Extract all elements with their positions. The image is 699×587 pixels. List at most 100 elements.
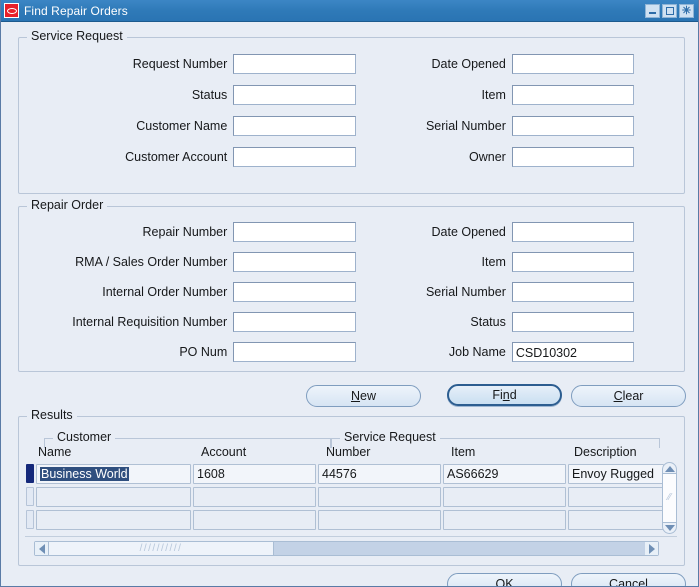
field-ro-status: Status [381,312,634,332]
minimize-icon[interactable] [645,3,660,18]
clear-button[interactable]: Clear [571,385,686,407]
results-divider [25,536,677,537]
cell-account[interactable] [193,509,316,530]
field-owner: Owner [381,147,634,167]
field-sr-serial-number: Serial Number [381,116,634,136]
label-ro-status: Status [470,315,506,329]
cell-description[interactable] [568,486,664,507]
input-internal-order-number[interactable] [233,282,356,302]
field-customer-name: Customer Name [41,116,356,136]
cell-name[interactable] [36,486,191,507]
cell-item[interactable] [443,486,566,507]
input-ro-status[interactable] [511,312,634,332]
cell-item[interactable] [443,509,566,530]
input-rma-sales-order-number[interactable] [233,252,356,272]
repair-order-legend: Repair Order [27,198,108,212]
scroll-right-icon[interactable] [645,542,658,555]
cell-number[interactable] [318,486,441,507]
field-ro-item: Item [381,252,634,272]
close-icon[interactable]: ✳ [679,3,694,18]
cell-number[interactable]: 44576 [318,463,441,484]
scroll-thumb-grip: ////////// [139,542,183,554]
column-header-number: Number [326,445,371,459]
horizontal-scroll-thumb[interactable]: ////////// [48,542,274,555]
cancel-button-label: Cancel [609,577,648,587]
field-repair-number: Repair Number [41,222,356,242]
ok-button-label: OK [495,577,514,587]
label-request-number: Request Number [132,57,228,71]
input-po-num[interactable] [233,342,356,362]
row-selection-indicator[interactable] [26,464,34,483]
scroll-up-icon[interactable] [664,464,675,473]
input-request-number[interactable] [233,54,356,74]
results-horizontal-scrollbar[interactable]: ////////// [34,541,659,556]
table-row[interactable] [26,485,664,508]
input-job-name[interactable]: CSD10302 [511,342,634,362]
cancel-button[interactable]: Cancel [571,573,686,587]
cell-description[interactable]: Envoy Rugged [568,463,664,484]
scroll-left-icon[interactable] [35,542,48,555]
customer-column-group: Customer [44,430,331,448]
cell-name-value: Business World [40,466,129,481]
vertical-scroll-thumb[interactable]: ⁄⁄ [663,473,676,523]
input-sr-item[interactable] [511,85,634,105]
field-ro-serial-number: Serial Number [381,282,634,302]
label-customer-name: Customer Name [136,119,228,133]
field-customer-account: Customer Account [41,147,356,167]
label-repair-number: Repair Number [142,225,228,239]
label-ro-serial-number: Serial Number [425,285,506,299]
cell-description[interactable] [568,509,664,530]
label-customer-account: Customer Account [125,150,228,164]
column-header-item: Item [451,445,476,459]
oracle-logo-ring [6,7,17,14]
field-sr-status: Status [41,85,356,105]
input-sr-status[interactable] [233,85,356,105]
ok-button[interactable]: OK [447,573,562,587]
cell-account[interactable] [193,486,316,507]
label-sr-status: Status [191,88,228,102]
input-ro-serial-number[interactable] [511,282,634,302]
cell-item[interactable]: AS66629 [443,463,566,484]
label-ro-date-opened: Date Opened [431,225,506,239]
column-header-description: Description [574,445,637,459]
row-selection-indicator[interactable] [26,487,34,506]
input-sr-serial-number[interactable] [511,116,634,136]
service-request-legend: Service Request [27,29,127,43]
input-ro-item[interactable] [511,252,634,272]
input-internal-requisition-number[interactable] [233,312,356,332]
label-internal-order-number: Internal Order Number [102,285,228,299]
column-header-account: Account [201,445,247,459]
service-request-group-legend: Service Request [340,430,440,444]
cell-name[interactable]: Business World [36,463,191,484]
label-owner: Owner [469,150,506,164]
cell-name[interactable] [36,509,191,530]
results-vertical-scrollbar[interactable]: ⁄⁄ [662,462,677,534]
new-button[interactable]: New [306,385,421,407]
oracle-logo-icon [4,3,19,18]
input-sr-date-opened[interactable] [511,54,634,74]
input-repair-number[interactable] [233,222,356,242]
cell-number[interactable] [318,509,441,530]
label-internal-requisition-number: Internal Requisition Number [72,315,228,329]
table-row[interactable] [26,508,664,531]
field-internal-requisition-number: Internal Requisition Number [26,312,356,332]
field-ro-date-opened: Date Opened [381,222,634,242]
results-legend: Results [27,408,77,422]
find-button[interactable]: Find [447,384,562,406]
table-row[interactable]: Business World 1608 44576 AS66629 Envoy … [26,462,664,485]
maximize-icon[interactable] [662,3,677,18]
input-owner[interactable] [511,147,634,167]
field-internal-order-number: Internal Order Number [41,282,356,302]
cell-account[interactable]: 1608 [193,463,316,484]
input-customer-account[interactable] [233,147,356,167]
row-selection-indicator[interactable] [26,510,34,529]
field-sr-date-opened: Date Opened [381,54,634,74]
label-sr-item: Item [481,88,506,102]
column-header-name: Name [38,445,72,459]
input-ro-date-opened[interactable] [511,222,634,242]
field-rma-sales-order-number: RMA / Sales Order Number [41,252,356,272]
field-request-number: Request Number [41,54,356,74]
input-customer-name[interactable] [233,116,356,136]
label-job-name: Job Name [448,345,506,359]
scroll-down-icon[interactable] [664,523,675,532]
